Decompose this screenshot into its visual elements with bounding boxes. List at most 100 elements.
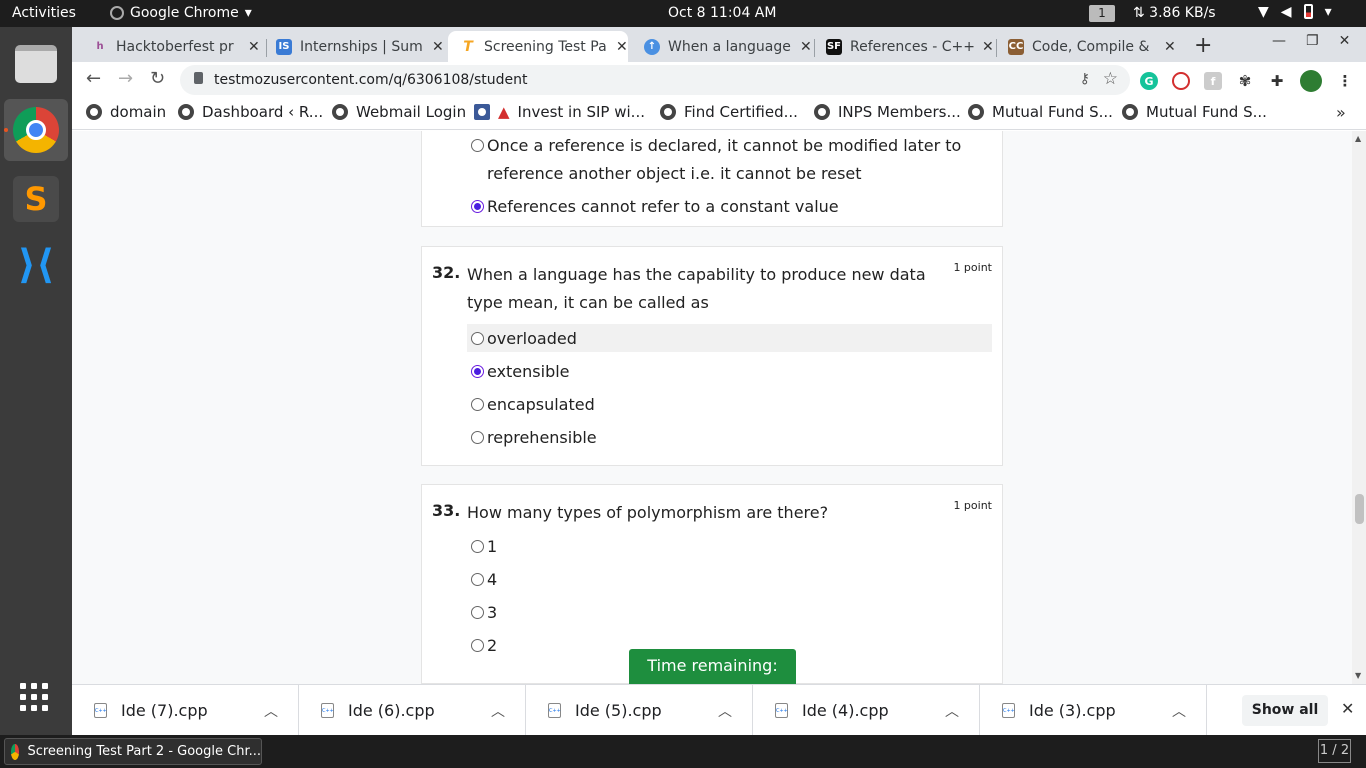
cpp-file-icon: C++ [1002,703,1015,718]
close-window-icon[interactable]: ✕ [1339,33,1351,49]
font-extension-icon[interactable]: f [1204,72,1222,90]
option-item[interactable]: 1 [467,532,992,560]
restore-icon[interactable]: ❐ [1306,33,1319,49]
chevron-up-icon[interactable]: ︿ [491,701,505,721]
option-item[interactable]: References cannot refer to a constant va… [467,192,992,220]
sublime-text-icon: S [13,176,59,222]
back-arrow-icon[interactable]: ← [86,68,101,89]
clock[interactable]: Oct 8 11:04 AM [668,5,776,21]
activities-button[interactable]: Activities [12,5,76,21]
close-icon[interactable]: ✕ [1164,39,1176,55]
download-item[interactable]: C++ Ide (4).cpp ︿ [753,685,980,736]
reload-icon[interactable]: ↻ [150,68,165,89]
radio-button[interactable] [471,539,484,553]
option-label: overloaded [487,328,577,348]
close-icon[interactable]: ✕ [800,39,812,55]
radio-button[interactable] [471,605,484,619]
app-menu-label: Google Chrome [130,5,239,21]
option-item[interactable]: extensible [467,357,992,385]
bookmark-label: Dashboard ‹ R... [202,103,324,121]
bookmark-item[interactable]: Mutual Fund S... [1122,103,1267,121]
grammarly-icon[interactable]: G [1140,72,1158,90]
option-item[interactable]: 3 [467,598,992,626]
lock-icon[interactable] [194,72,203,84]
close-icon[interactable]: ✕ [982,39,994,55]
close-icon[interactable]: ✕ [432,39,444,55]
puzzle-extensions-icon[interactable]: ✚ [1268,72,1286,90]
bookmark-star-icon[interactable]: ☆ [1103,69,1118,89]
radio-button[interactable] [471,397,484,411]
dock-sublime[interactable]: S [4,168,68,230]
tab-references-cpp[interactable]: SF References - C++ ✕ [814,31,994,62]
close-icon[interactable]: ✕ [616,39,628,55]
adblock-icon[interactable] [1172,72,1190,90]
bookmark-item[interactable]: Dashboard ‹ R... [178,103,323,121]
download-filename: Ide (4).cpp [802,701,889,720]
scroll-up-arrow-icon[interactable]: ▲ [1355,134,1361,143]
globe-icon [814,104,830,120]
dock-chrome[interactable] [4,99,68,161]
page-scrollbar[interactable]: ▲ ▼ [1352,131,1366,684]
radio-button[interactable] [471,139,484,152]
option-label: References cannot refer to a constant va… [487,196,839,216]
codechef-favicon-icon: CC [1008,38,1024,55]
radio-button-checked[interactable] [471,364,484,378]
bookmark-item[interactable]: ▲ Invest in SIP wi... [474,103,645,121]
chevron-right-icon[interactable]: » [1336,103,1346,122]
tab-when-a-language[interactable]: ↑ When a language ✕ [632,31,812,62]
taskbar-window-button[interactable]: Screening Test Part 2 - Google Chr... [4,738,262,765]
tab-title: Screening Test Pa [484,38,607,55]
dock-vscode[interactable]: ⟩⟨ [4,234,68,296]
show-all-downloads-button[interactable]: Show all [1242,695,1328,726]
bookmark-item[interactable]: Mutual Fund S... [968,103,1113,121]
download-item[interactable]: C++ Ide (7).cpp ︿ [72,685,299,736]
option-label: Once a reference is declared, it cannot … [487,136,962,183]
chevron-up-icon[interactable]: ︿ [264,701,278,721]
key-icon[interactable]: ⚷ [1080,71,1090,87]
bookmark-item[interactable]: INPS Members... [814,103,961,121]
tab-internships[interactable]: IS Internships | Sum ✕ [264,31,444,62]
tab-screening-test[interactable]: T Screening Test Pa ✕ [448,31,628,62]
option-item[interactable]: overloaded [467,324,992,352]
radio-button-checked[interactable] [471,199,484,213]
radio-button[interactable] [471,331,484,345]
download-item[interactable]: C++ Ide (6).cpp ︿ [299,685,526,736]
bookmark-item[interactable]: Find Certified... [660,103,798,121]
profile-avatar[interactable] [1300,70,1322,92]
download-item[interactable]: C++ Ide (5).cpp ︿ [526,685,753,736]
bookmark-item[interactable]: Webmail Login [332,103,466,121]
dock-files[interactable] [4,33,68,95]
system-tray[interactable]: ▼ ◀ ▾ [1258,4,1332,20]
bookmark-label: Mutual Fund S... [992,103,1113,121]
tab-hacktoberfest[interactable]: h Hacktoberfest pr ✕ [80,31,260,62]
tab-code-compile[interactable]: CC Code, Compile & ✕ [996,31,1176,62]
show-applications-icon[interactable] [20,683,48,711]
address-bar[interactable]: testmozusercontent.com/q/6306108/student… [180,65,1130,95]
close-icon[interactable]: ✕ [248,39,260,55]
scrollbar-thumb[interactable] [1355,494,1364,524]
app-menu[interactable]: Google Chrome ▾ [110,5,252,21]
chevron-up-icon[interactable]: ︿ [945,701,959,721]
workspace-pager[interactable]: 1 / 2 [1318,739,1351,763]
new-tab-button[interactable]: + [1194,33,1212,58]
download-filename: Ide (6).cpp [348,701,435,720]
scroll-down-arrow-icon[interactable]: ▼ [1355,671,1361,680]
ninja-extension-icon[interactable]: ✾ [1236,72,1254,90]
question-text: How many types of polymorphism are there… [467,503,829,522]
option-item[interactable]: Once a reference is declared, it cannot … [467,132,992,188]
download-item[interactable]: C++ Ide (3).cpp ︿ [980,685,1207,736]
forward-arrow-icon[interactable]: → [118,68,133,89]
radio-button[interactable] [471,430,484,444]
close-download-shelf-icon[interactable]: ✕ [1341,699,1354,718]
minimize-icon[interactable]: — [1272,33,1286,49]
radio-button[interactable] [471,638,484,652]
radio-button[interactable] [471,572,484,586]
option-item[interactable]: 4 [467,565,992,593]
kebab-menu-icon[interactable]: ⋮ [1336,72,1354,90]
chevron-up-icon[interactable]: ︿ [1172,701,1186,721]
option-item[interactable]: encapsulated [467,390,992,418]
option-item[interactable]: reprehensible [467,423,992,451]
bookmark-item[interactable]: domain [86,103,166,121]
chevron-up-icon[interactable]: ︿ [718,701,732,721]
workspace-indicator[interactable]: 1 [1089,5,1115,22]
